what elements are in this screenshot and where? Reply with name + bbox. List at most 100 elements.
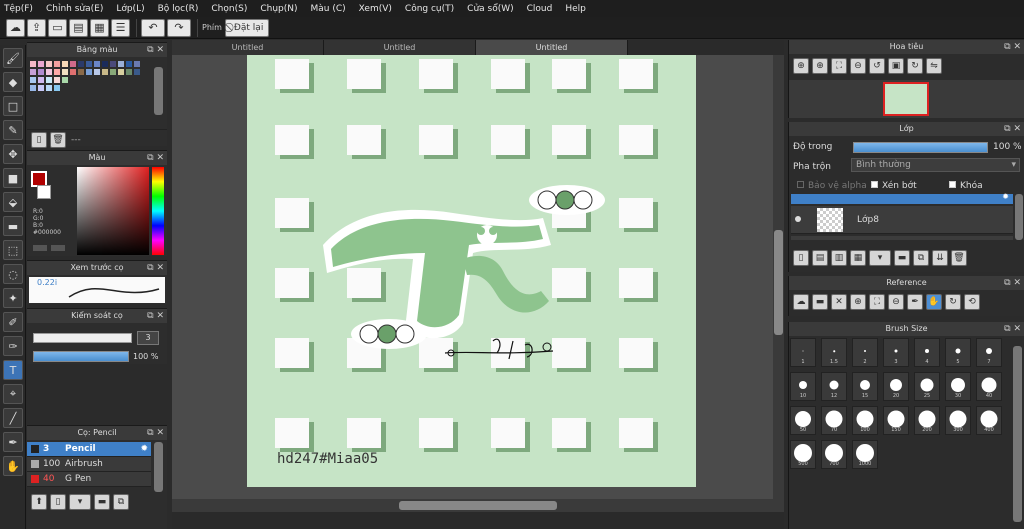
brush-size-30[interactable]: 30 [945, 372, 971, 401]
swatch[interactable] [30, 85, 36, 91]
brush-size-scrollbar[interactable] [1013, 346, 1022, 522]
brush-size-value[interactable]: 3 [137, 331, 159, 345]
bucket-tool-icon[interactable]: ⬙ [3, 192, 23, 212]
move-tool-icon[interactable]: ✥ [3, 144, 23, 164]
swatch[interactable] [134, 69, 140, 75]
close-icon[interactable]: ⧉ ✕ [147, 151, 164, 165]
swatch[interactable] [102, 69, 108, 75]
swatch[interactable] [78, 61, 84, 67]
navigator-preview[interactable] [789, 80, 1024, 118]
menu-snap[interactable]: Chụp(N) [260, 4, 297, 14]
menu-help[interactable]: Help [565, 4, 586, 14]
brush-size-500[interactable]: 500 [790, 440, 816, 469]
brush-item-gpen[interactable]: 40 G Pen [27, 472, 151, 487]
blend-mode-select[interactable]: Bình thường ▾ [851, 158, 1020, 172]
close-icon[interactable]: ⧉ ✕ [147, 309, 164, 323]
swatch[interactable] [54, 61, 60, 67]
vertical-scrollbar-thumb[interactable] [774, 230, 783, 335]
duplicate-layer-icon[interactable]: ⧉ [913, 250, 929, 266]
menu-filter[interactable]: Bộ lọc(R) [158, 4, 199, 14]
folder-icon[interactable]: ▬ [94, 494, 110, 510]
swatch[interactable] [46, 85, 52, 91]
protect-alpha-checkbox[interactable]: Bảo vệ alpha [797, 181, 867, 191]
swatch[interactable] [110, 61, 116, 67]
navigator-viewport[interactable] [883, 82, 929, 116]
menu-view[interactable]: Xem(V) [359, 4, 392, 14]
rotate-right-icon[interactable]: ↻ [907, 58, 923, 74]
brush-item-airbrush[interactable]: 100 Airbrush [27, 457, 151, 472]
zoom-in-2-icon[interactable]: ⊕ [812, 58, 828, 74]
lock-checkbox[interactable]: Khóa [949, 181, 983, 191]
brush-opacity-slider[interactable] [33, 351, 129, 362]
brush-size-1[interactable]: 1 [790, 338, 816, 367]
fill-rect-tool-icon[interactable]: ■ [3, 168, 23, 188]
swatch[interactable] [62, 77, 68, 83]
menu-file[interactable]: Tệp(F) [4, 4, 33, 14]
brush-size-40[interactable]: 40 [976, 372, 1002, 401]
open-folder-icon[interactable]: ▬ [812, 294, 828, 310]
swatch[interactable] [38, 85, 44, 91]
brush-tool-icon[interactable]: 🖌 [3, 48, 23, 68]
hand-icon[interactable]: ✋ [926, 294, 942, 310]
zoom-out-icon[interactable]: ⊖ [850, 58, 866, 74]
layer-row-selected[interactable]: ✹ [791, 192, 1013, 204]
brush-size-700[interactable]: 700 [821, 440, 847, 469]
brush-size-1-5[interactable]: 1.5 [821, 338, 847, 367]
undo-icon[interactable]: ↶ [141, 18, 165, 37]
brush-menu-icon[interactable]: ▾ [69, 494, 91, 510]
close-reference-icon[interactable]: ✕ [831, 294, 847, 310]
swatch[interactable] [110, 69, 116, 75]
cloud-upload-icon[interactable]: ☁ [793, 294, 809, 310]
zoom-in-icon[interactable]: ⊕ [850, 294, 866, 310]
color-mode-button[interactable] [33, 245, 47, 251]
zoom-out-icon[interactable]: ⊖ [888, 294, 904, 310]
swatch[interactable] [38, 61, 44, 67]
tab-untitled-3[interactable]: Untitled [476, 40, 628, 55]
gear-icon[interactable]: ✹ [1002, 192, 1009, 201]
share-icon[interactable]: ⇪ [27, 18, 46, 37]
brush-size-5[interactable]: 5 [945, 338, 971, 367]
background-color-swatch[interactable] [37, 185, 51, 199]
swatch[interactable] [86, 69, 92, 75]
menu-select[interactable]: Chọn(S) [211, 4, 247, 14]
text-tool-icon[interactable]: T [3, 360, 23, 380]
tab-untitled-1[interactable]: Untitled [172, 40, 324, 55]
swatch[interactable] [126, 69, 132, 75]
redo-icon[interactable]: ↷ [167, 18, 191, 37]
swatch[interactable] [46, 69, 52, 75]
message-icon[interactable]: ▤ [69, 18, 88, 37]
pen-tool-icon[interactable]: ✎ [3, 120, 23, 140]
close-icon[interactable]: ⧉ ✕ [1004, 40, 1021, 54]
brush-size-12[interactable]: 12 [821, 372, 847, 401]
hue-slider[interactable] [152, 167, 164, 255]
new-halftone-icon[interactable]: ▤ [812, 250, 828, 266]
grid-icon[interactable]: ▦ [90, 18, 109, 37]
close-icon[interactable]: ⧉ ✕ [1004, 322, 1021, 336]
palette-scrollbar[interactable] [154, 67, 163, 115]
swatch[interactable] [78, 69, 84, 75]
brush-size-1000[interactable]: 1000 [852, 440, 878, 469]
swatch[interactable] [62, 69, 68, 75]
brush-size-slider[interactable] [33, 333, 132, 343]
swatch[interactable] [38, 69, 44, 75]
menu-cloud[interactable]: Cloud [527, 4, 553, 14]
swatch[interactable] [118, 61, 124, 67]
tab-untitled-2[interactable]: Untitled [324, 40, 476, 55]
brush-size-4[interactable]: 4 [914, 338, 940, 367]
new-palette-icon[interactable]: ▯ [31, 132, 47, 148]
swatch[interactable] [118, 69, 124, 75]
brush-size-300[interactable]: 300 [945, 406, 971, 435]
eye-icon[interactable] [795, 216, 801, 222]
brush-size-400[interactable]: 400 [976, 406, 1002, 435]
select-rect-tool-icon[interactable]: ⬚ [3, 240, 23, 260]
brush-size-150[interactable]: 150 [883, 406, 909, 435]
divide-tool-icon[interactable]: ╱ [3, 408, 23, 428]
brush-size-7[interactable]: 7 [976, 338, 1002, 367]
magic-wand-tool-icon[interactable]: ✦ [3, 288, 23, 308]
list-icon[interactable]: ☰ [111, 18, 130, 37]
cloud-icon[interactable]: ☁ [6, 18, 25, 37]
eyedropper-tool-icon[interactable]: ✒ [3, 432, 23, 452]
close-icon[interactable]: ⧉ ✕ [1004, 122, 1021, 136]
eyedropper-icon[interactable]: ✒ [907, 294, 923, 310]
lasso-tool-icon[interactable]: ◌ [3, 264, 23, 284]
